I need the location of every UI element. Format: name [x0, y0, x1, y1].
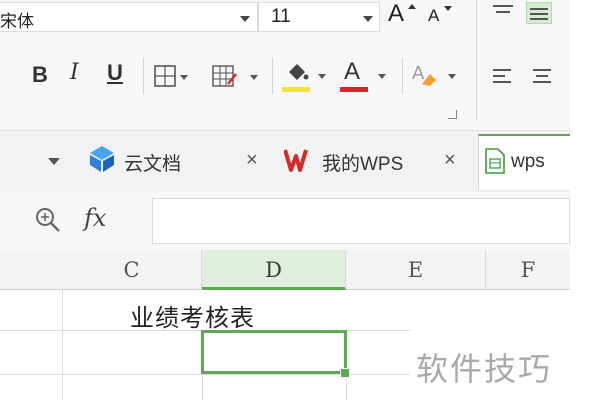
chevron-down-icon	[378, 74, 386, 79]
table-style-icon	[212, 65, 237, 87]
font-name-select[interactable]: 宋体	[0, 2, 258, 32]
fill-handle[interactable]	[340, 368, 350, 378]
eraser-icon: A	[412, 63, 436, 86]
watermark: 软件技巧	[416, 350, 553, 388]
clear-format-button[interactable]: A	[410, 58, 462, 94]
grow-font-label: A	[388, 0, 405, 27]
border-icon	[154, 65, 176, 87]
ribbon-divider	[143, 58, 144, 94]
shrink-font-label: A	[428, 6, 440, 25]
font-color-swatch	[340, 87, 368, 92]
fill-color-button[interactable]	[282, 58, 332, 94]
border-button[interactable]	[154, 64, 194, 90]
column-header-d[interactable]: D	[202, 250, 346, 290]
chevron-down-icon	[180, 75, 188, 80]
tab-my-wps[interactable]: 我的WPS	[284, 140, 434, 182]
font-color-button[interactable]: A	[340, 58, 394, 94]
column-header-e[interactable]: E	[346, 250, 486, 290]
grid-line	[62, 290, 63, 400]
chevron-down-icon[interactable]	[363, 16, 373, 22]
align-center-icon[interactable]	[530, 66, 556, 88]
italic-button[interactable]: I	[70, 60, 79, 85]
align-top-icon[interactable]	[490, 2, 516, 24]
align-left-icon[interactable]	[490, 66, 516, 88]
chevron-down-icon	[448, 74, 456, 79]
caret-up-icon	[408, 4, 416, 9]
font-name-value: 宋体	[0, 12, 34, 31]
tab-cloud-docs[interactable]: 云文档	[86, 140, 234, 182]
active-cell-d[interactable]	[201, 330, 347, 374]
chevron-down-icon	[318, 74, 326, 79]
tab-current-workbook[interactable]: wps	[478, 134, 570, 190]
tab-label: 我的WPS	[322, 154, 404, 175]
ribbon-divider	[402, 58, 403, 94]
bold-button[interactable]: B	[32, 62, 48, 88]
chevron-down-icon	[250, 75, 258, 80]
insert-function-button[interactable]: fx	[84, 204, 106, 232]
font-color-glyph: A	[344, 58, 361, 85]
cell-style-button[interactable]	[212, 64, 262, 90]
ribbon-divider	[476, 0, 477, 120]
font-dialog-launcher-icon[interactable]	[448, 110, 457, 119]
tab-close-icon[interactable]: ×	[444, 149, 456, 172]
spreadsheet-file-icon	[485, 148, 505, 174]
column-header-f[interactable]: F	[486, 250, 570, 290]
zoom-search-icon[interactable]	[34, 206, 62, 234]
ribbon-divider	[272, 58, 273, 94]
paint-bucket-icon	[289, 64, 309, 80]
cloud-doc-icon	[90, 146, 114, 172]
tab-label: wps	[511, 151, 545, 172]
caret-down-icon	[444, 6, 452, 11]
chevron-down-icon[interactable]	[240, 16, 250, 22]
tab-label: 云文档	[124, 154, 182, 175]
underline-button[interactable]: U	[107, 60, 123, 86]
grow-font-button[interactable]: A	[386, 0, 422, 34]
formula-input[interactable]	[152, 198, 570, 244]
tab-list-dropdown-icon[interactable]	[48, 158, 60, 165]
highlight-color-swatch	[282, 87, 310, 92]
font-size-select[interactable]: 11	[258, 2, 380, 32]
svg-text:A: A	[412, 63, 425, 84]
font-size-value: 11	[271, 6, 291, 27]
shrink-font-button[interactable]: A	[426, 0, 458, 34]
column-header-c[interactable]: C	[62, 250, 202, 290]
tab-close-icon[interactable]: ×	[246, 149, 258, 172]
sheet-title-cell[interactable]: 业绩考核表	[130, 298, 255, 333]
wps-logo-icon	[284, 149, 308, 172]
align-middle-icon[interactable]	[526, 2, 552, 24]
